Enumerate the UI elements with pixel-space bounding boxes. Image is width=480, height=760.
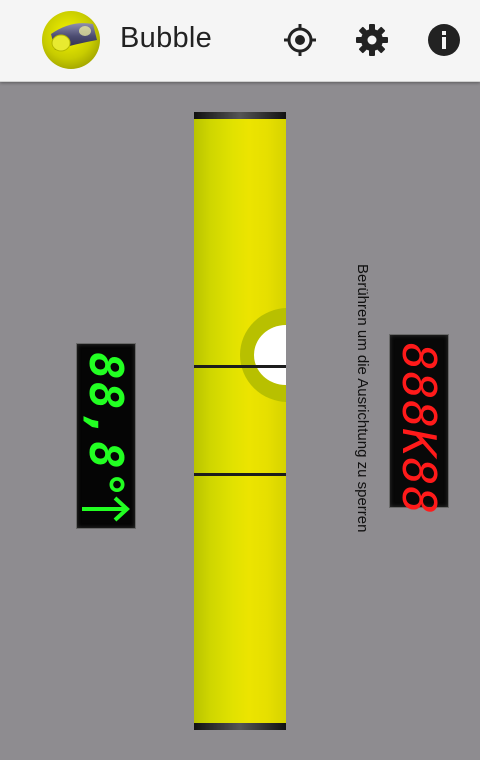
center-mark-line — [194, 473, 286, 476]
counter-value: 888K88 — [392, 343, 446, 516]
info-icon — [428, 24, 460, 56]
info-button[interactable] — [425, 21, 463, 59]
level-tube[interactable] — [194, 112, 286, 730]
crosshair-icon — [284, 24, 316, 56]
app-title: Bubble — [120, 22, 213, 54]
gear-icon — [356, 24, 388, 56]
arrow-right-icon — [82, 496, 130, 522]
angle-value: 88,8° — [79, 352, 133, 501]
lock-orientation-hint: Berühren um die Ausrichtung zu sperren — [354, 264, 371, 533]
bubble-level-logo-icon — [41, 10, 101, 70]
center-mark-line — [194, 365, 286, 368]
angle-display: 88,8° — [76, 343, 136, 529]
settings-button[interactable] — [353, 21, 391, 59]
tube-cap-bottom — [194, 723, 286, 730]
action-bar: Bubble — [0, 0, 480, 82]
bubble — [240, 308, 286, 402]
counter-display: 888K88 — [389, 334, 449, 515]
tube-cap-top — [194, 112, 286, 119]
calibrate-button[interactable] — [281, 21, 319, 59]
